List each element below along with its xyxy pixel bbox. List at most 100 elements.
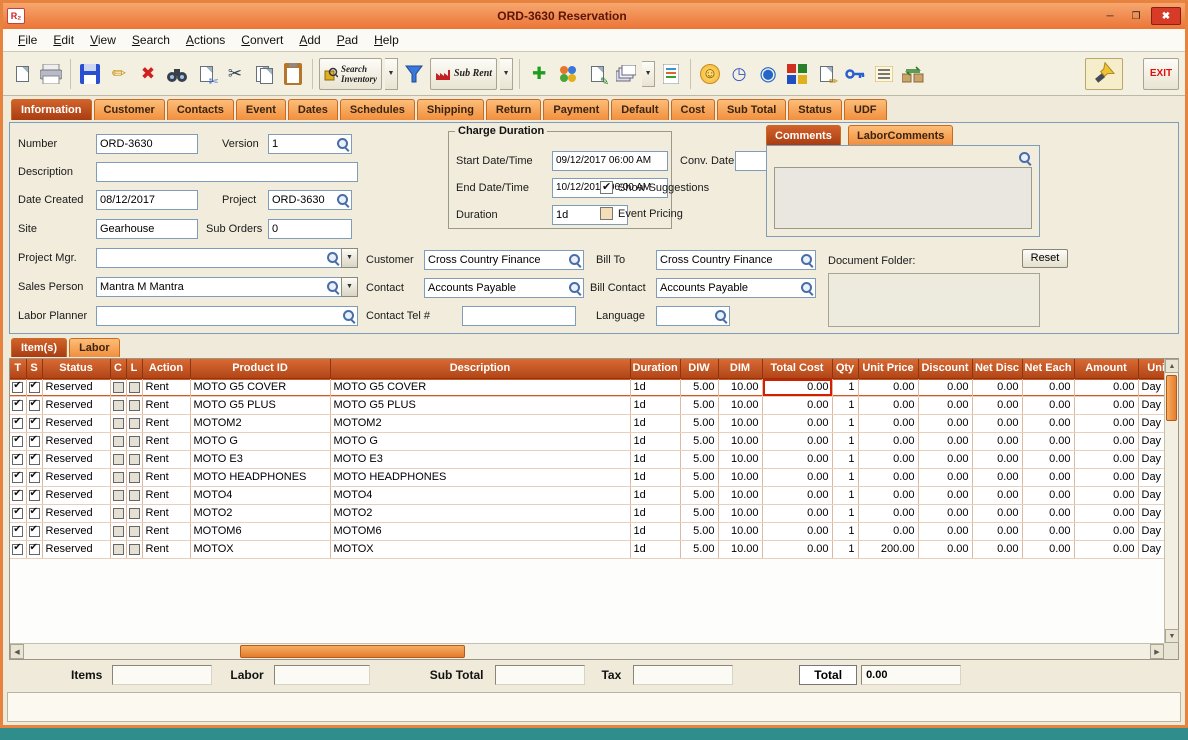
- cell-dim[interactable]: 10.00: [718, 540, 762, 558]
- cell-net-each[interactable]: 0.00: [1022, 432, 1074, 450]
- key-icon[interactable]: [842, 60, 868, 88]
- cell-dim[interactable]: 10.00: [718, 468, 762, 486]
- cell-diw[interactable]: 5.00: [680, 522, 718, 540]
- edit-document-icon[interactable]: ✏: [813, 60, 839, 88]
- event-pricing-checkbox[interactable]: [600, 207, 613, 220]
- cell-status[interactable]: Reserved: [42, 540, 110, 558]
- cell-qty[interactable]: 1: [832, 522, 858, 540]
- cell-product-id[interactable]: MOTOM6: [190, 522, 330, 540]
- tab-return[interactable]: Return: [486, 99, 541, 120]
- project-mgr-search-icon[interactable]: [326, 251, 340, 265]
- contact-tel-field[interactable]: [462, 306, 576, 326]
- cell-net-disc[interactable]: 0.00: [972, 504, 1022, 522]
- cell-amount[interactable]: 0.00: [1074, 540, 1138, 558]
- cell-discount[interactable]: 0.00: [918, 414, 972, 432]
- cell-qty[interactable]: 1: [832, 378, 858, 396]
- cell-unit-price[interactable]: 0.00: [858, 432, 918, 450]
- cell-net-each[interactable]: 0.00: [1022, 540, 1074, 558]
- cell-description[interactable]: MOTO4: [330, 486, 630, 504]
- cell-l-checkbox[interactable]: [126, 450, 142, 468]
- cell-action[interactable]: Rent: [142, 486, 190, 504]
- cell-net-each[interactable]: 0.00: [1022, 450, 1074, 468]
- cell-action[interactable]: Rent: [142, 414, 190, 432]
- cell-qty[interactable]: 1: [832, 450, 858, 468]
- cell-c-checkbox[interactable]: [110, 468, 126, 486]
- site-field[interactable]: Gearhouse: [96, 219, 198, 239]
- cell-action[interactable]: Rent: [142, 378, 190, 396]
- scroll-left-icon[interactable]: ◀: [10, 644, 24, 659]
- menu-file[interactable]: File: [11, 31, 44, 49]
- exit-button[interactable]: EXIT: [1143, 58, 1179, 90]
- cell-l-checkbox[interactable]: [126, 522, 142, 540]
- cell-net-disc[interactable]: 0.00: [972, 540, 1022, 558]
- cell-description[interactable]: MOTO G5 COVER: [330, 378, 630, 396]
- cell-s-checkbox[interactable]: [26, 432, 42, 450]
- cell-s-checkbox[interactable]: [26, 540, 42, 558]
- column-header-unit[interactable]: Unit: [1138, 359, 1164, 378]
- tab-shipping[interactable]: Shipping: [417, 99, 484, 120]
- table-row[interactable]: Reserved Rent MOTOM2 MOTOM2 1d 5.00 10.0…: [10, 414, 1164, 432]
- cell-discount[interactable]: 0.00: [918, 396, 972, 414]
- find-binoculars-icon[interactable]: [164, 60, 190, 88]
- cell-total-cost[interactable]: 0.00: [762, 486, 832, 504]
- cell-duration[interactable]: 1d: [630, 540, 680, 558]
- cell-amount[interactable]: 0.00: [1074, 414, 1138, 432]
- cell-c-checkbox[interactable]: [110, 414, 126, 432]
- cell-description[interactable]: MOTO E3: [330, 450, 630, 468]
- cell-c-checkbox[interactable]: [110, 378, 126, 396]
- cell-net-disc[interactable]: 0.00: [972, 396, 1022, 414]
- language-search-icon[interactable]: [714, 309, 728, 323]
- scroll-right-icon[interactable]: ▶: [1150, 644, 1164, 659]
- cell-total-cost[interactable]: 0.00: [762, 504, 832, 522]
- cell-t-checkbox[interactable]: [10, 540, 26, 558]
- column-header-description[interactable]: Description: [330, 359, 630, 378]
- tab-labor-comments[interactable]: LaborComments: [848, 125, 953, 145]
- project-mgr-field[interactable]: [96, 248, 342, 268]
- cell-net-disc[interactable]: 0.00: [972, 522, 1022, 540]
- table-row[interactable]: Reserved Rent MOTO4 MOTO4 1d 5.00 10.00 …: [10, 486, 1164, 504]
- table-row[interactable]: Reserved Rent MOTO G MOTO G 1d 5.00 10.0…: [10, 432, 1164, 450]
- column-header-net-disc[interactable]: Net Disc: [972, 359, 1022, 378]
- cut-page-icon[interactable]: ✄: [193, 60, 219, 88]
- cell-dim[interactable]: 10.00: [718, 396, 762, 414]
- cell-net-disc[interactable]: 0.00: [972, 486, 1022, 504]
- new-document-icon[interactable]: [9, 60, 35, 88]
- cell-total-cost[interactable]: 0.00: [762, 468, 832, 486]
- cell-duration[interactable]: 1d: [630, 378, 680, 396]
- cell-unit[interactable]: Day: [1138, 522, 1164, 540]
- cell-total-cost[interactable]: 0.00: [762, 522, 832, 540]
- cell-total-cost[interactable]: 0.00: [762, 396, 832, 414]
- tab-labor[interactable]: Labor: [69, 338, 120, 357]
- customer-search-icon[interactable]: [568, 253, 582, 267]
- tab-payment[interactable]: Payment: [543, 99, 609, 120]
- cell-total-cost[interactable]: 0.00: [762, 540, 832, 558]
- print-icon[interactable]: [38, 60, 64, 88]
- cell-qty[interactable]: 1: [832, 414, 858, 432]
- cell-diw[interactable]: 5.00: [680, 450, 718, 468]
- cell-net-each[interactable]: 0.00: [1022, 378, 1074, 396]
- start-datetime-field[interactable]: 09/12/2017 06:00 AM: [552, 151, 668, 171]
- comments-textarea[interactable]: [774, 167, 1032, 229]
- cell-c-checkbox[interactable]: [110, 504, 126, 522]
- cell-dim[interactable]: 10.00: [718, 378, 762, 396]
- table-row[interactable]: Reserved Rent MOTOM6 MOTOM6 1d 5.00 10.0…: [10, 522, 1164, 540]
- edit-pencil-icon[interactable]: ✏: [106, 60, 132, 88]
- tab-customer[interactable]: Customer: [94, 99, 165, 120]
- cell-t-checkbox[interactable]: [10, 504, 26, 522]
- cell-amount[interactable]: 0.00: [1074, 396, 1138, 414]
- table-row[interactable]: Reserved Rent MOTO G5 COVER MOTO G5 COVE…: [10, 378, 1164, 396]
- cell-discount[interactable]: 0.00: [918, 486, 972, 504]
- labor-total-field[interactable]: [274, 665, 370, 685]
- cell-l-checkbox[interactable]: [126, 504, 142, 522]
- cell-dim[interactable]: 10.00: [718, 450, 762, 468]
- sub-total-field[interactable]: [495, 665, 585, 685]
- cell-product-id[interactable]: MOTOM2: [190, 414, 330, 432]
- menu-add[interactable]: Add: [292, 31, 327, 49]
- cell-action[interactable]: Rent: [142, 504, 190, 522]
- copy-icon[interactable]: [251, 60, 277, 88]
- column-header-s[interactable]: S: [26, 359, 42, 378]
- cell-t-checkbox[interactable]: [10, 468, 26, 486]
- cards-dropdown-icon[interactable]: [642, 61, 655, 87]
- cell-unit-price[interactable]: 0.00: [858, 378, 918, 396]
- sub-rent-dropdown-icon[interactable]: [500, 58, 513, 90]
